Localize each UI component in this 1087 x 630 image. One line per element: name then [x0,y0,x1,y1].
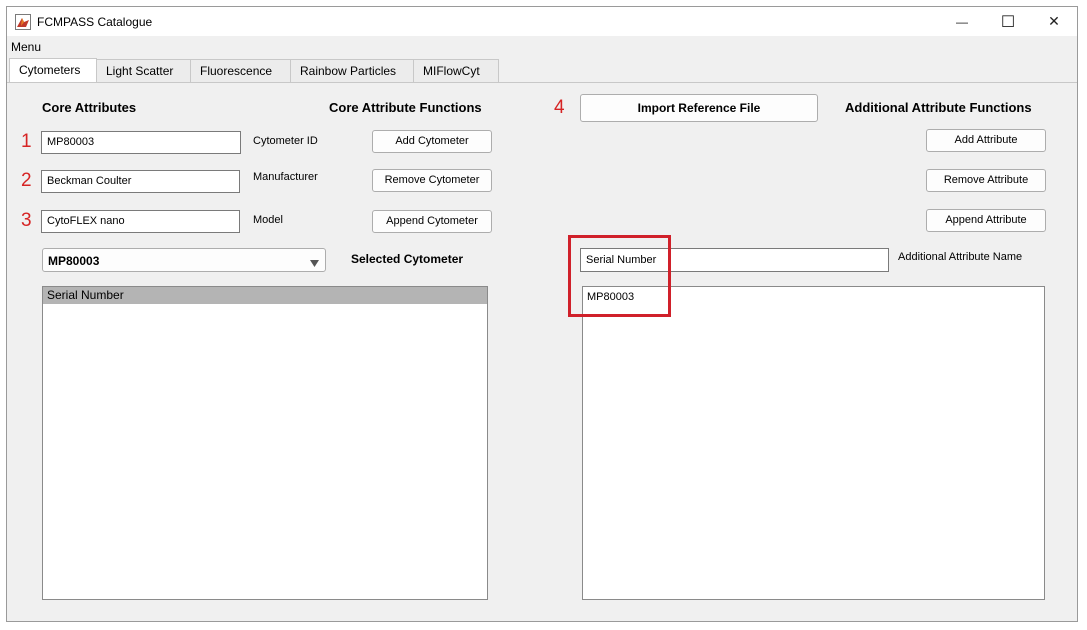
add-attribute-button[interactable]: Add Attribute [926,129,1046,152]
import-reference-file-button[interactable]: Import Reference File [580,94,818,122]
add-cytometer-button[interactable]: Add Cytometer [372,130,492,153]
maximize-icon[interactable]: ☐ [985,7,1031,36]
append-cytometer-button[interactable]: Append Cytometer [372,210,492,233]
minimize-icon[interactable]: — [939,7,985,36]
core-functions-heading: Core Attribute Functions [329,100,482,115]
cytometer-dropdown[interactable]: MP80003 [42,248,326,272]
append-attribute-button[interactable]: Append Attribute [926,209,1046,232]
highlight-box [568,235,671,317]
additional-functions-heading: Additional Attribute Functions [845,100,1032,115]
annotation-number-2: 2 [21,170,32,191]
manufacturer-label: Manufacturer [253,171,318,183]
attribute-value-textarea[interactable]: MP80003 [582,286,1045,600]
remove-attribute-button[interactable]: Remove Attribute [926,169,1046,192]
close-icon[interactable]: ✕ [1031,7,1077,36]
app-window: FCMPASS Catalogue — ☐ ✕ Menu Cytometers … [6,6,1078,622]
menu-item[interactable]: Menu [11,40,41,54]
cytometer-id-label: Cytometer ID [253,135,318,147]
window-title: FCMPASS Catalogue [37,15,153,29]
annotation-number-1: 1 [21,131,32,152]
tab-cytometers[interactable]: Cytometers [9,58,97,83]
tab-rainbow-particles[interactable]: Rainbow Particles [290,59,414,82]
tab-bar: Cytometers Light Scatter Fluorescence Ra… [7,58,1077,83]
remove-cytometer-button[interactable]: Remove Cytometer [372,169,492,192]
manufacturer-field[interactable]: Beckman Coulter [41,170,240,193]
tab-fluorescence[interactable]: Fluorescence [190,59,291,82]
list-item[interactable]: Serial Number [43,287,487,304]
cytometer-id-field[interactable]: MP80003 [41,131,241,154]
model-field[interactable]: CytoFLEX nano [41,210,240,233]
attribute-list[interactable]: Serial Number [42,286,488,600]
model-label: Model [253,214,283,226]
tab-light-scatter[interactable]: Light Scatter [96,59,191,82]
dropdown-selected-value: MP80003 [48,254,100,268]
tab-miflowcyt[interactable]: MIFlowCyt [413,59,499,82]
additional-attribute-name-label: Additional Attribute Name [898,251,1023,263]
cytometers-panel: Core Attributes Core Attribute Functions… [7,82,1077,621]
menu-bar: Menu [7,36,1077,57]
core-attributes-heading: Core Attributes [42,100,137,115]
annotation-number-3: 3 [21,210,32,231]
chevron-down-icon [310,256,319,270]
title-bar[interactable]: FCMPASS Catalogue — ☐ ✕ [7,7,1077,36]
annotation-number-4: 4 [554,97,565,118]
selected-cytometer-label: Selected Cytometer [351,252,464,266]
app-logo-icon [15,14,31,30]
